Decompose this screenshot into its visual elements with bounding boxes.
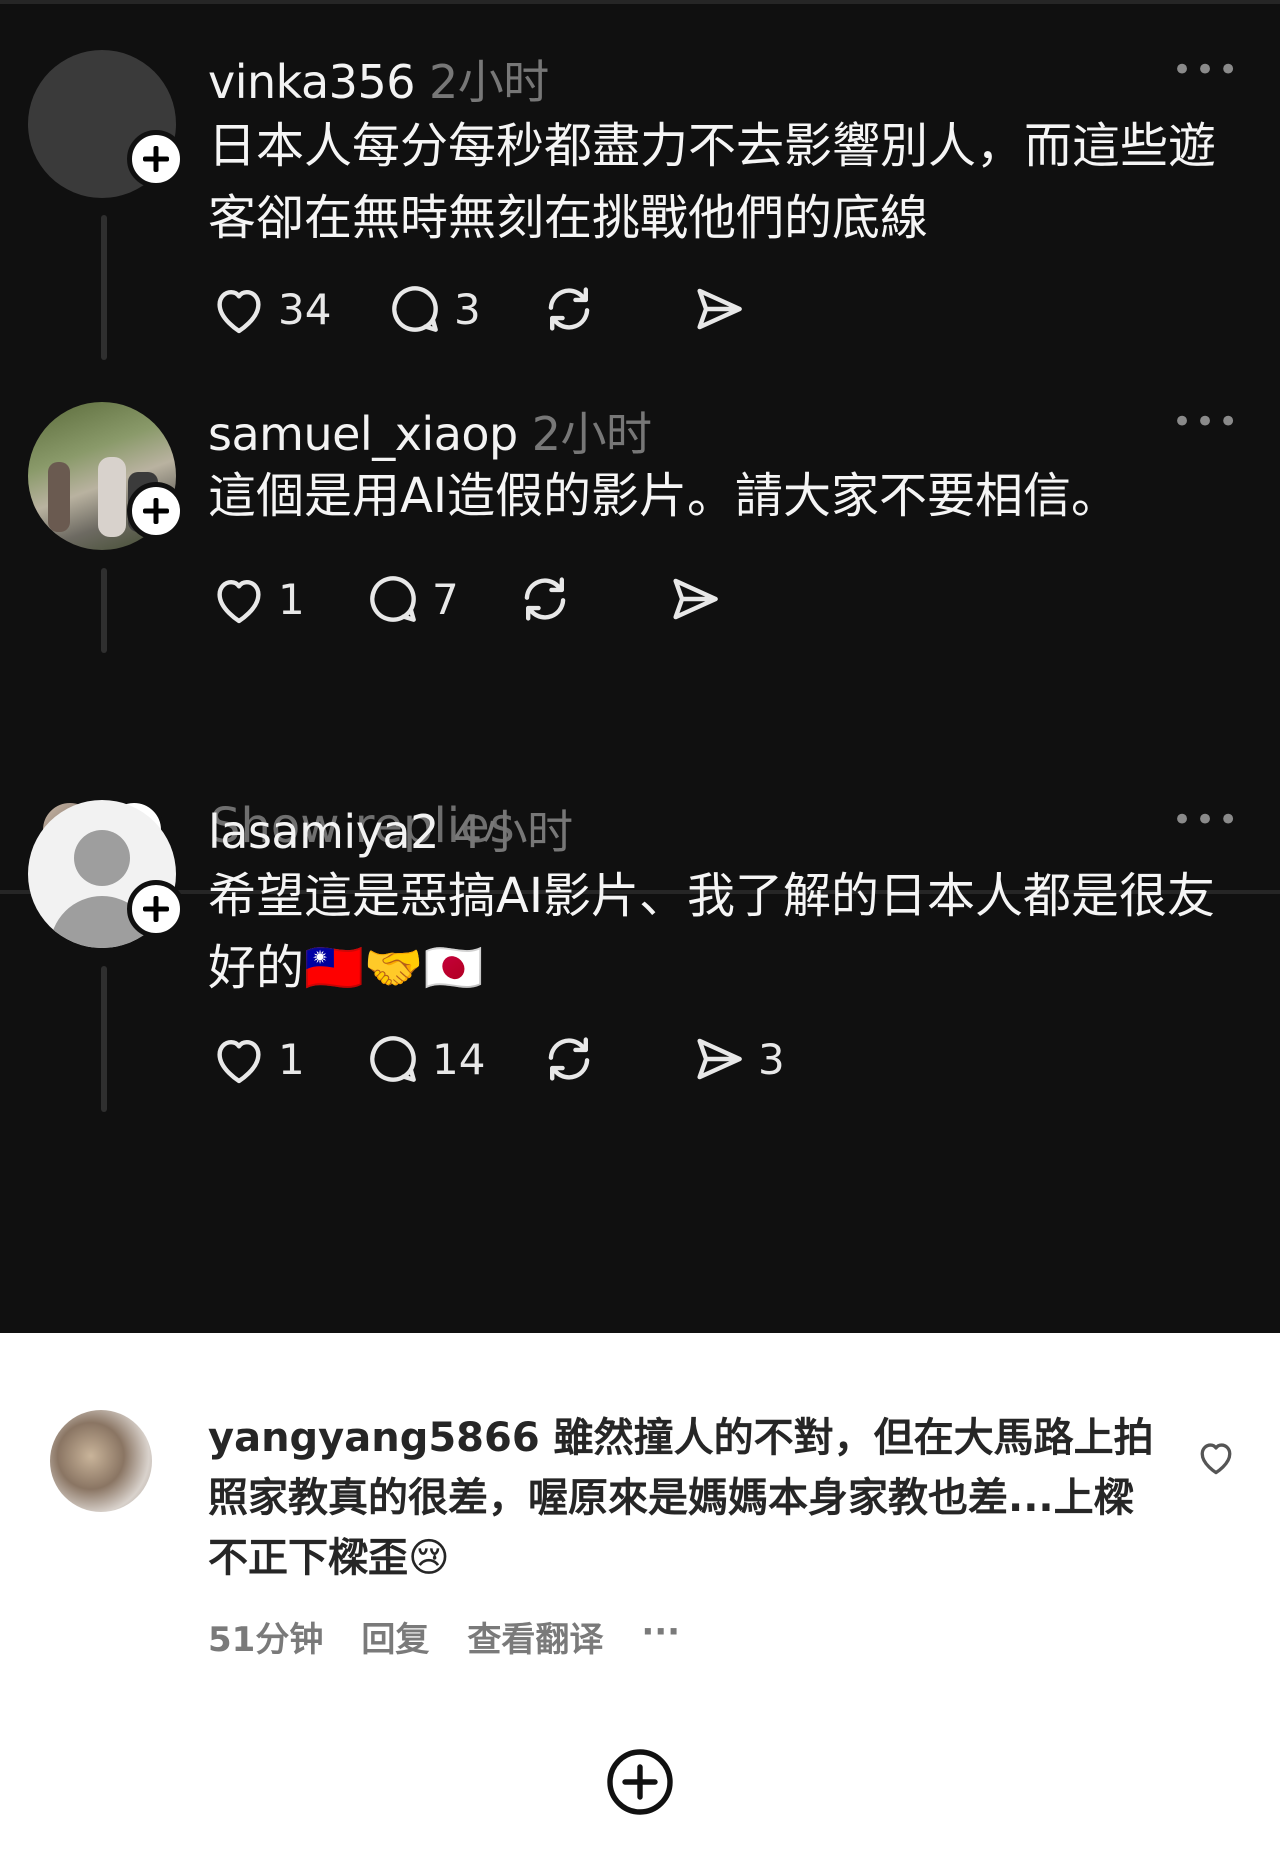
comment-button[interactable]: 3 xyxy=(384,276,481,342)
timestamp: 2小时 xyxy=(428,55,549,109)
share-icon xyxy=(697,288,742,330)
post-text: 希望這是惡搞AI影片、我了解的日本人都是很友好的🇹🇼🤝🇯🇵 xyxy=(208,868,1215,996)
comment-icon xyxy=(392,286,438,332)
comment-meta: 51分钟 回复 查看翻译 ··· xyxy=(208,1612,680,1661)
more-icon[interactable]: ••• xyxy=(1172,800,1241,840)
more-icon[interactable]: ••• xyxy=(1172,50,1241,90)
like-button[interactable]: 1 xyxy=(208,566,305,632)
like-button[interactable]: 34 xyxy=(208,276,331,342)
username[interactable]: samuel_xiaop xyxy=(208,407,518,461)
add-comment-plus-icon[interactable] xyxy=(604,1746,676,1818)
translate-button[interactable]: 查看翻译 xyxy=(467,1612,603,1661)
thread-line xyxy=(101,215,107,360)
repost-button[interactable] xyxy=(538,276,600,342)
comment-count: 7 xyxy=(432,574,459,624)
follow-plus-icon[interactable] xyxy=(127,130,185,188)
repost-button[interactable] xyxy=(514,566,576,632)
like-button[interactable]: 1 xyxy=(208,1026,305,1092)
follow-plus-icon[interactable] xyxy=(127,880,185,938)
heart-icon xyxy=(217,580,261,624)
comment-username[interactable]: yangyang5866 xyxy=(208,1415,540,1461)
username[interactable]: vinka356 xyxy=(208,55,415,109)
share-count: 3 xyxy=(758,1034,785,1084)
post-text: 日本人每分每秒都盡力不去影響別人，而這些遊客卻在無時無刻在挑戰他們的底線 xyxy=(208,118,1217,246)
post-text: 這個是用AI造假的影片。請大家不要相信。 xyxy=(208,468,1119,524)
comment-time: 51分钟 xyxy=(208,1620,324,1660)
comment-button[interactable]: 14 xyxy=(362,1026,485,1092)
post-header: lasamiya2 4小时 xyxy=(208,796,573,862)
share-icon xyxy=(697,1038,742,1080)
like-count: 34 xyxy=(278,284,332,334)
heart-icon xyxy=(217,290,261,334)
repost-icon xyxy=(548,287,590,331)
more-icon[interactable]: ••• xyxy=(1172,402,1241,442)
comment-count: 3 xyxy=(454,284,481,334)
comment-icon xyxy=(370,1036,416,1082)
thread-line xyxy=(101,966,107,1112)
share-button[interactable]: 3 xyxy=(688,1026,785,1092)
timestamp: 2小时 xyxy=(531,407,652,461)
comment-icon xyxy=(370,576,416,622)
avatar[interactable] xyxy=(50,1410,152,1512)
share-icon xyxy=(673,578,718,620)
timestamp: 4小时 xyxy=(452,805,573,859)
top-divider xyxy=(0,0,1280,4)
heart-icon xyxy=(217,1040,261,1084)
follow-plus-icon[interactable] xyxy=(127,482,185,540)
comment-count: 14 xyxy=(432,1034,486,1084)
repost-icon xyxy=(548,1037,590,1081)
thread-line xyxy=(101,568,107,653)
more-icon[interactable]: ··· xyxy=(641,1612,680,1661)
post-header: vinka356 2小时 xyxy=(208,46,549,112)
repost-icon xyxy=(524,577,566,621)
comment-button[interactable]: 7 xyxy=(362,566,459,632)
repost-button[interactable] xyxy=(538,1026,600,1092)
like-count: 1 xyxy=(278,1034,305,1084)
comment-text: yangyang5866 雖然撞人的不對，但在大馬路上拍照家教真的很差，喔原來是… xyxy=(208,1408,1168,1588)
share-button[interactable] xyxy=(664,566,726,632)
post-header: samuel_xiaop 2小时 xyxy=(208,398,652,464)
username[interactable]: lasamiya2 xyxy=(208,805,439,859)
reply-button[interactable]: 回复 xyxy=(361,1612,429,1661)
heart-icon[interactable] xyxy=(1194,1435,1238,1479)
like-count: 1 xyxy=(278,574,305,624)
share-button[interactable] xyxy=(688,276,750,342)
